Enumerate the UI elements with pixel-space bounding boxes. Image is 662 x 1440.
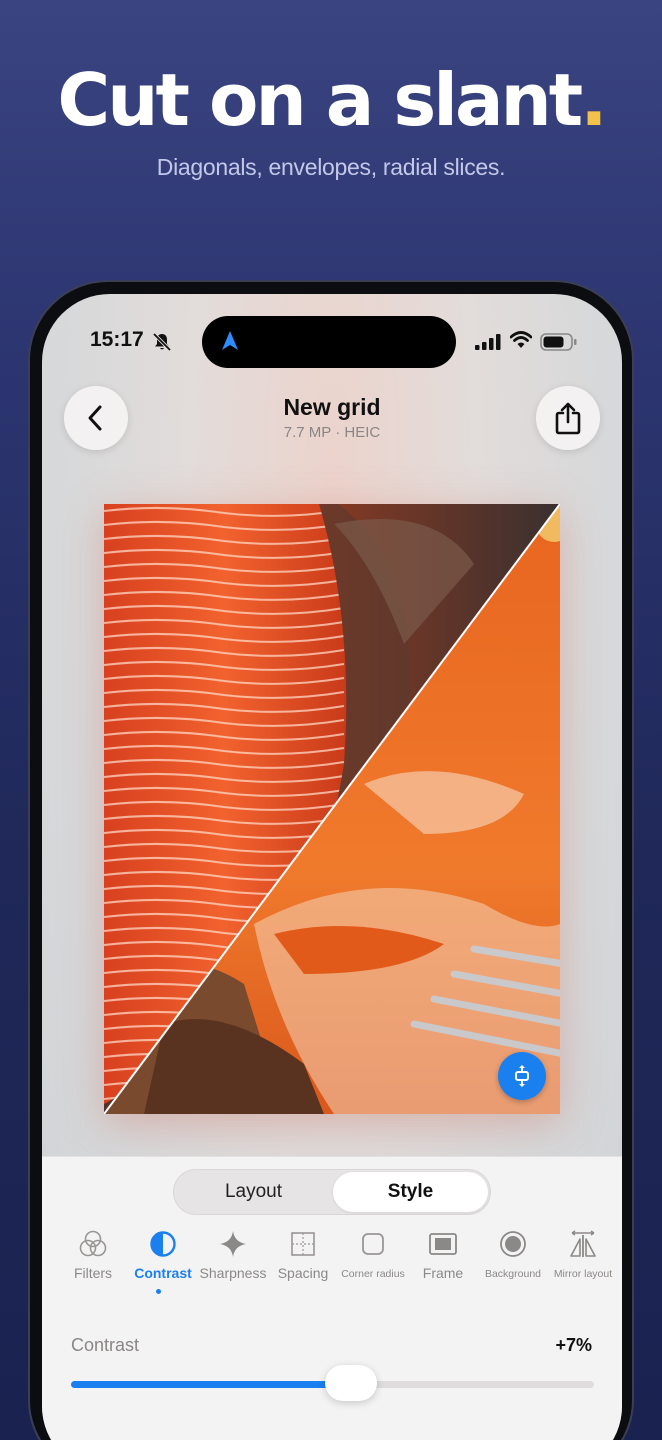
swap-photos-button[interactable] [498,1052,546,1100]
tool-spacing-label: Spacing [277,1265,329,1281]
promo-title-text: Cut on a slant [57,58,583,142]
contrast-slider-thumb[interactable] [324,1365,377,1401]
collage-svg [104,504,560,1114]
swap-vertical-icon [515,1065,529,1087]
contrast-slider-fill [71,1381,351,1388]
tool-filters-label: Filters [73,1265,113,1281]
slider-label: Contrast [71,1335,140,1355]
tool-mirror-layout[interactable]: Mirror layout [548,1229,618,1280]
signal-icon [475,334,501,350]
contrast-icon [150,1231,176,1257]
layout-style-tabs: Layout Style [173,1169,491,1215]
tab-layout[interactable]: Layout [176,1172,331,1212]
tool-contrast-label: Contrast [134,1265,192,1281]
promo-subtitle: Diagonals, envelopes, radial slices. [156,154,506,180]
tool-sharpness-label: Sharpness [199,1265,267,1281]
tool-contrast[interactable]: Contrast [128,1229,198,1281]
tab-style[interactable]: Style [333,1172,488,1212]
background-icon [500,1231,526,1257]
tool-corner-radius-label: Corner radius [341,1268,405,1280]
active-tool-indicator [156,1289,161,1294]
tool-background-label: Background [484,1268,542,1280]
document-meta: 7.7 MP · HEIC [283,424,381,441]
wifi-icon [510,331,532,348]
spacing-icon [291,1232,315,1256]
dynamic-island [202,316,456,368]
status-time: 15:17 [90,328,144,351]
editor-panel: Layout Style Filters Contrast Sharpness … [42,1156,622,1440]
tool-frame-label: Frame [422,1265,464,1281]
promo-title: Cut on a slant. [0,58,662,142]
tool-spacing[interactable]: Spacing [268,1229,338,1281]
tool-filters[interactable]: Filters [58,1229,128,1281]
phone-frame: 15:17 New grid 7.7 MP · HEIC Layout Styl… [28,280,634,1440]
document-title: New grid [283,394,381,420]
style-tools-row: Filters Contrast Sharpness Spacing Corne… [52,1229,622,1294]
promo-title-dot: . [580,58,607,142]
tool-sharpness[interactable]: Sharpness [198,1229,268,1281]
battery-icon [540,333,577,351]
share-icon [555,402,581,435]
bell-slash-icon [152,332,172,352]
share-button[interactable] [536,386,600,450]
filters-icon [79,1230,107,1257]
tool-background[interactable]: Background [478,1229,548,1280]
slider-value: +7% [555,1335,592,1355]
navigation-arrow-icon [222,331,238,350]
frame-icon [429,1233,457,1255]
mirror-icon [570,1230,596,1257]
sparkle-icon [220,1231,246,1257]
tool-corner-radius[interactable]: Corner radius [338,1229,408,1280]
tool-mirror-layout-label: Mirror layout [553,1268,613,1280]
phone-screen: 15:17 New grid 7.7 MP · HEIC Layout Styl… [42,294,622,1440]
collage-canvas[interactable] [104,504,560,1114]
tool-frame[interactable]: Frame [408,1229,478,1281]
corner-radius-icon [362,1233,384,1255]
